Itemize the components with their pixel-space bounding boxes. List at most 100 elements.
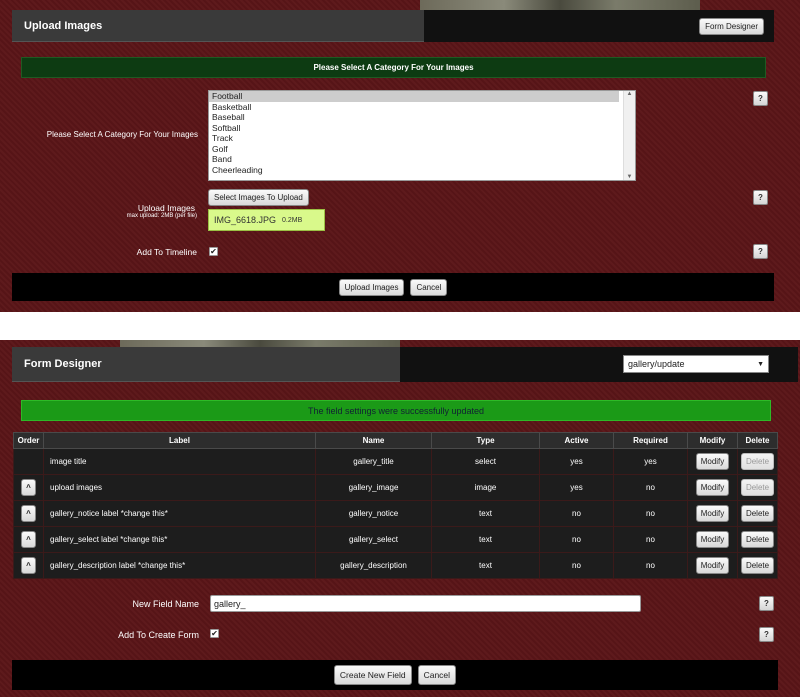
modify-button[interactable]: Modify [695, 505, 730, 522]
field-name-cell: gallery_title [315, 448, 432, 475]
field-type-cell: text [431, 500, 540, 527]
scroll-up-icon[interactable]: ▲ [627, 91, 633, 97]
move-up-button[interactable]: ^ [21, 505, 36, 522]
field-required-cell: no [613, 552, 688, 579]
upload-title: Upload Images [12, 10, 424, 42]
form-select-value: gallery/update [628, 359, 685, 369]
new-field-input[interactable]: gallery_ [210, 595, 641, 612]
delete-button[interactable]: Delete [740, 531, 775, 548]
new-field-help-button[interactable]: ? [759, 596, 774, 611]
success-message: The field settings were successfully upd… [21, 400, 771, 421]
delete-button[interactable]: Delete [740, 505, 775, 522]
timeline-label: Add To Timeline [136, 247, 197, 257]
modify-cell: Modify [687, 448, 738, 475]
order-cell [13, 448, 44, 475]
category-listbox[interactable]: Football Basketball Baseball Softball Track G… [208, 90, 636, 181]
move-up-button[interactable]: ^ [21, 531, 36, 548]
file-size: 0.2MB [282, 216, 303, 224]
field-required-cell: yes [613, 448, 688, 475]
column-header: Modify [687, 432, 738, 449]
new-field-label: New Field Name [132, 599, 199, 609]
table-row: ^ gallery_description label *change this*… [13, 552, 778, 579]
table-row: ^ upload images gallery_image image yes no Mod… [13, 474, 778, 501]
create-form-label: Add To Create Form [118, 630, 199, 640]
order-cell: ^ [13, 526, 44, 553]
panel-separator [0, 312, 800, 340]
modify-cell: Modify [687, 500, 738, 527]
create-field-button[interactable]: Create New Field [333, 665, 412, 685]
upload-help-button[interactable]: ? [753, 190, 768, 205]
category-option[interactable]: Baseball [209, 112, 619, 123]
category-option[interactable]: Track [209, 133, 619, 144]
select-images-button[interactable]: Select Images To Upload [208, 189, 309, 206]
upload-max-label: max upload: 2MB (per file) [126, 213, 197, 219]
listbox-scrollbar[interactable]: ▲ ▼ [623, 91, 635, 180]
field-type-cell: text [431, 552, 540, 579]
upload-images-label: Upload Images [137, 203, 195, 213]
delete-button[interactable]: Delete [740, 557, 775, 574]
upload-footer: Upload Images Cancel [12, 273, 774, 301]
scroll-down-icon[interactable]: ▼ [627, 174, 633, 180]
upload-header: Upload Images Form Designer [12, 10, 774, 42]
delete-button: Delete [740, 479, 775, 496]
delete-button: Delete [740, 453, 775, 470]
cancel-button[interactable]: Cancel [410, 278, 448, 296]
form-select[interactable]: gallery/update ▼ [623, 355, 769, 373]
field-name-cell: gallery_image [315, 474, 432, 501]
field-required-cell: no [613, 526, 688, 553]
field-name-cell: gallery_select [315, 526, 432, 553]
designer-title: Form Designer [12, 347, 400, 382]
table-row: ^ gallery_notice label *change this* galle… [13, 500, 778, 527]
column-header: Label [43, 432, 316, 449]
timeline-help-button[interactable]: ? [753, 244, 768, 259]
field-name-cell: gallery_description [315, 552, 432, 579]
field-label-cell: gallery_select label *change this* [43, 526, 316, 553]
modify-cell: Modify [687, 552, 738, 579]
delete-cell: Delete [737, 448, 778, 475]
field-label-cell: upload images [43, 474, 316, 501]
field-type-cell: text [431, 526, 540, 553]
modify-cell: Modify [687, 474, 738, 501]
category-option[interactable]: Football [209, 91, 619, 102]
order-cell: ^ [13, 500, 44, 527]
category-option[interactable]: Basketball [209, 102, 619, 113]
field-required-cell: no [613, 500, 688, 527]
upload-images-panel: Upload Images Form Designer Please Selec… [0, 0, 800, 312]
field-active-cell: yes [539, 474, 614, 501]
field-active-cell: no [539, 526, 614, 553]
category-help-button[interactable]: ? [753, 91, 768, 106]
field-name-cell: gallery_notice [315, 500, 432, 527]
modify-button[interactable]: Modify [695, 453, 730, 470]
column-header: Delete [737, 432, 778, 449]
field-type-cell: image [431, 474, 540, 501]
field-label-cell: gallery_notice label *change this* [43, 500, 316, 527]
delete-cell: Delete [737, 526, 778, 553]
file-name: IMG_6618.JPG [214, 215, 277, 225]
order-cell: ^ [13, 474, 44, 501]
field-label-cell: image title [43, 448, 316, 475]
table-row: image title gallery_title select yes yes Modi… [13, 448, 778, 475]
modify-button[interactable]: Modify [695, 479, 730, 496]
category-option[interactable]: Softball [209, 123, 619, 134]
uploaded-file: IMG_6618.JPG 0.2MB [208, 209, 325, 231]
order-cell: ^ [13, 552, 44, 579]
category-option[interactable]: Golf [209, 144, 619, 155]
fields-table: Order Label Name Type Active Required Modify De… [13, 432, 778, 579]
form-designer-button[interactable]: Form Designer [699, 17, 764, 35]
move-up-button[interactable]: ^ [21, 557, 36, 574]
modify-button[interactable]: Modify [695, 557, 730, 574]
timeline-checkbox[interactable]: ✔ [209, 247, 218, 256]
create-form-help-button[interactable]: ? [759, 627, 774, 642]
designer-cancel-button[interactable]: Cancel [417, 665, 457, 685]
create-form-checkbox[interactable]: ✔ [210, 629, 219, 638]
modify-button[interactable]: Modify [695, 531, 730, 548]
category-option[interactable]: Band [209, 154, 619, 165]
column-header: Active [539, 432, 614, 449]
column-header: Name [315, 432, 432, 449]
upload-images-button[interactable]: Upload Images [338, 278, 405, 296]
move-up-button[interactable]: ^ [21, 479, 36, 496]
category-option[interactable]: Cheerleading [209, 165, 619, 176]
field-active-cell: yes [539, 448, 614, 475]
category-banner: Please Select A Category For Your Images [21, 57, 766, 78]
field-active-cell: no [539, 552, 614, 579]
